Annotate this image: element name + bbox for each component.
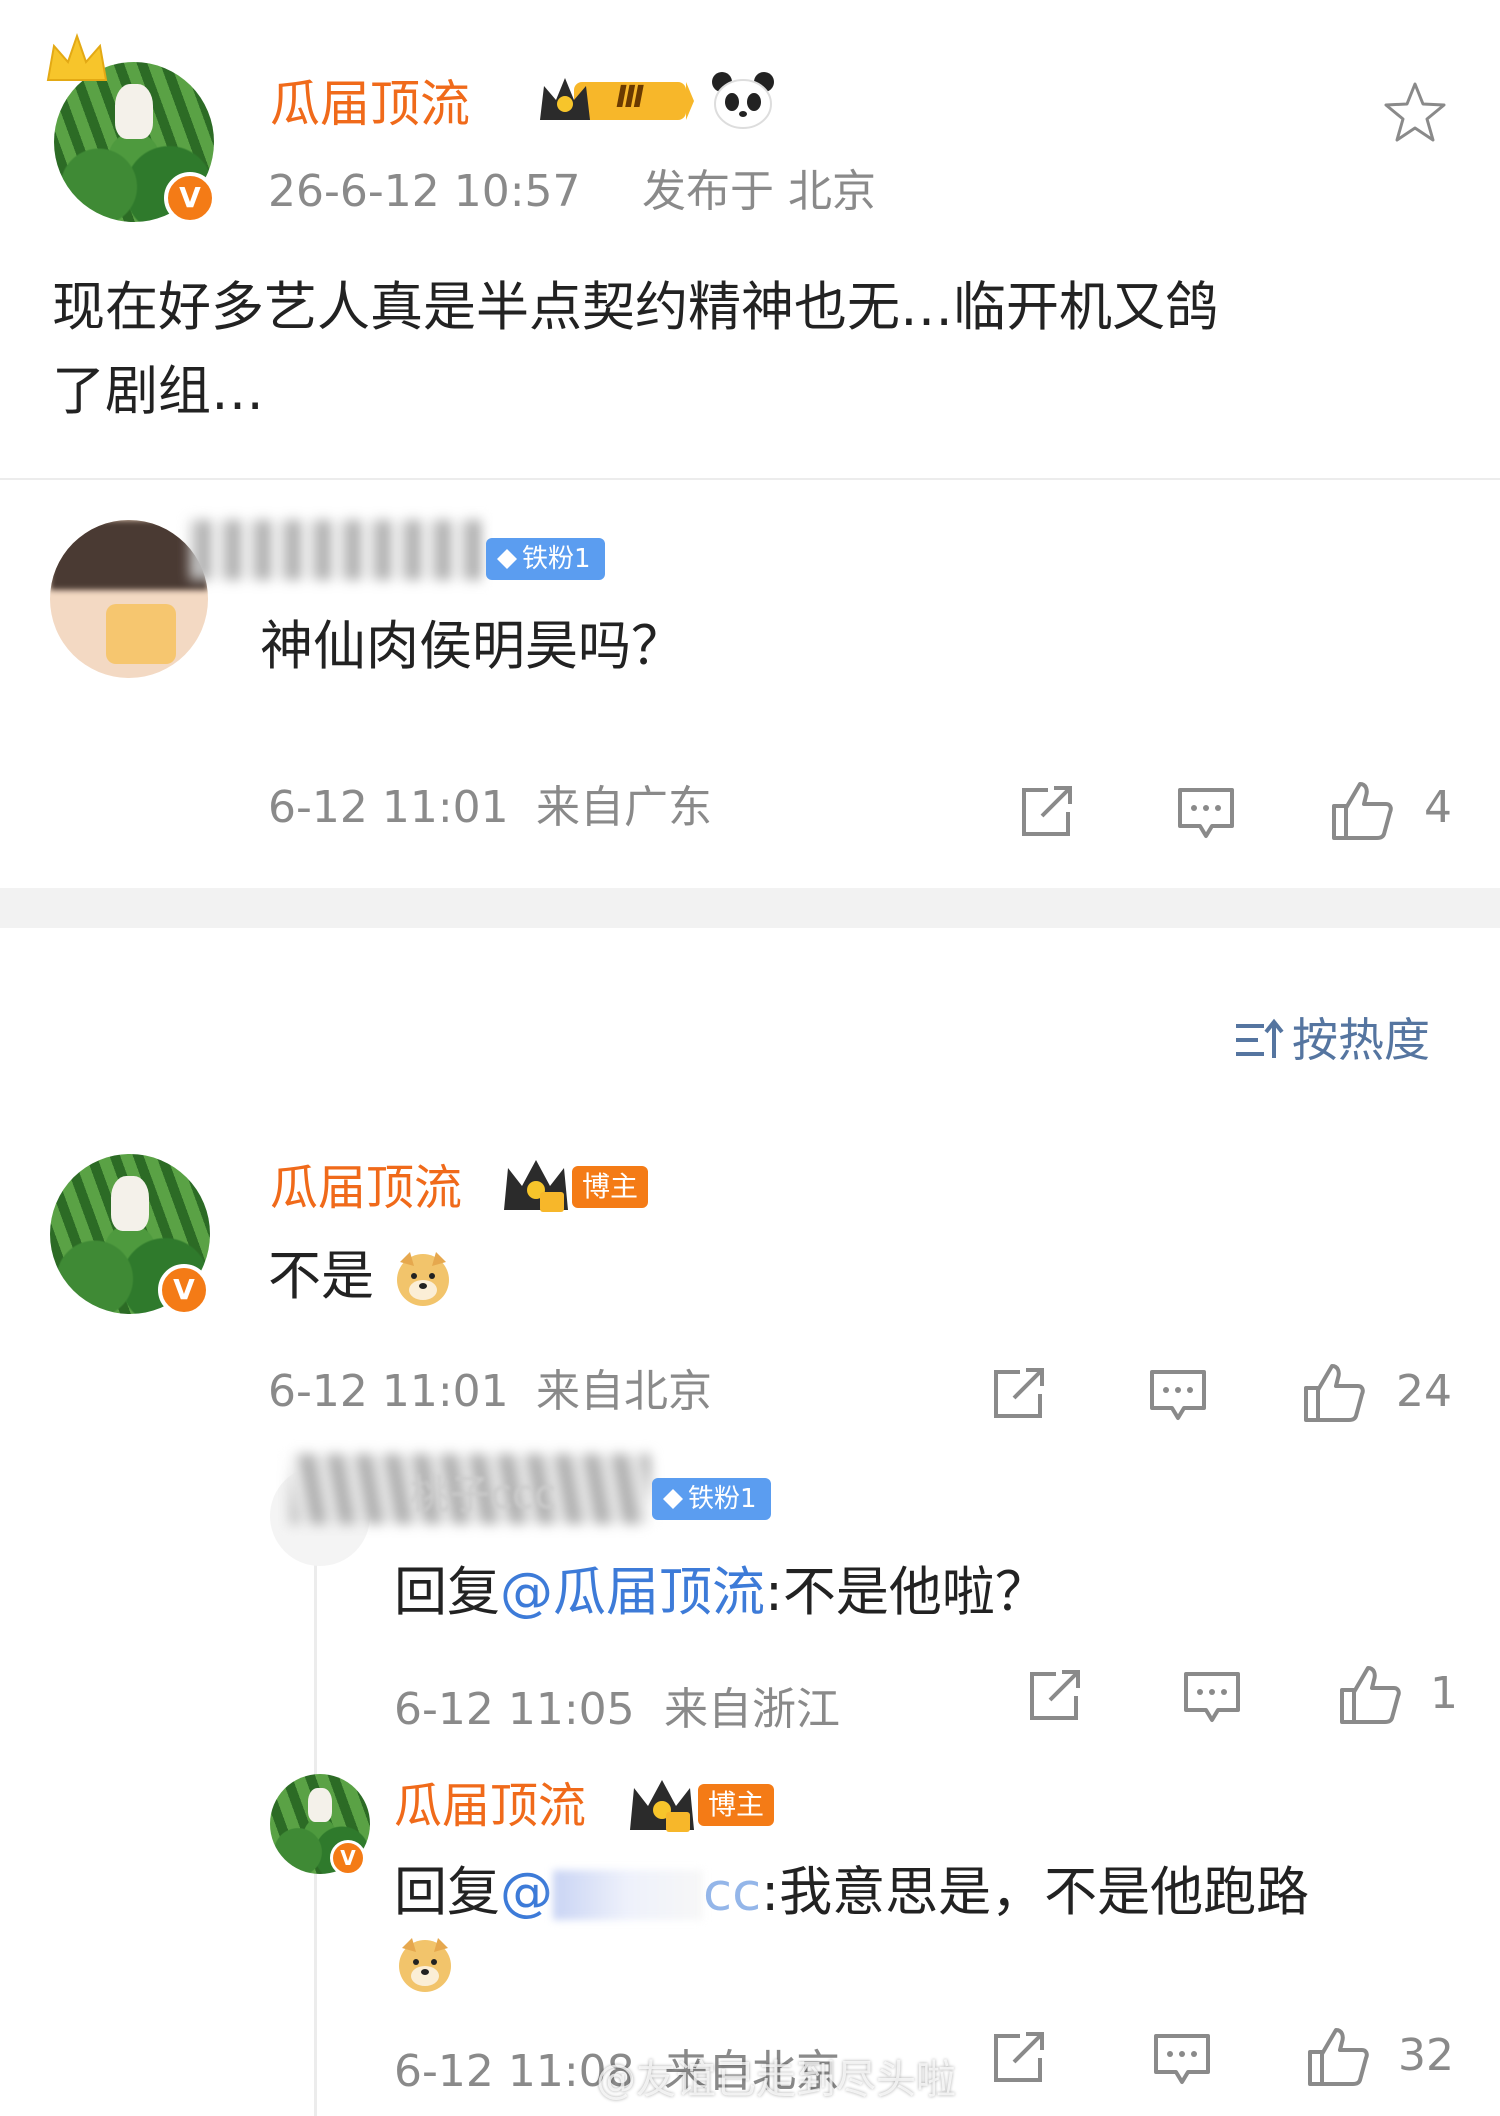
doge-emoji — [397, 1252, 449, 1306]
fan-badge-label: 铁粉1 — [688, 1484, 757, 1514]
reply-text: 回复@瓜届顶流:不是他啦？ — [394, 1556, 1048, 1630]
verified-badge-icon: V — [164, 172, 216, 224]
comment-icon[interactable] — [1152, 2032, 1212, 2088]
mention-blurred — [553, 1870, 703, 1921]
share-icon[interactable] — [1018, 784, 1076, 840]
reply-time: 6-12 11:01 — [268, 1366, 509, 1417]
doge-emoji — [399, 1938, 451, 1992]
crown-decoration-icon — [46, 32, 108, 81]
comment-card: 铁粉1 神仙肉侯明昊吗？ 6-12 11:01 来自广东 4 — [0, 480, 1500, 888]
like-icon[interactable] — [1302, 1362, 1366, 1424]
level-badge: Ⅲ — [536, 74, 694, 126]
like-icon[interactable] — [1306, 2026, 1370, 2088]
post-time: 26-6-12 10:57 — [268, 166, 581, 217]
verified-badge-icon: V — [330, 1840, 366, 1876]
mention-link[interactable]: @瓜届顶流 — [500, 1562, 765, 1623]
blogger-name[interactable]: 瓜届顶流 — [270, 1156, 462, 1220]
sort-icon[interactable] — [1234, 1018, 1284, 1062]
comment-icon[interactable] — [1148, 1368, 1208, 1424]
post-text-line-1: 现在好多艺人真是半点契约精神也无…临开机又鸽 — [52, 277, 1218, 338]
comment-icon[interactable] — [1182, 1670, 1242, 1726]
comment-text: 神仙肉侯明昊吗？ — [260, 616, 684, 677]
comment-location: 来自广东 — [536, 782, 712, 833]
blogger-badge: 博主 — [698, 1784, 775, 1826]
diamond-icon — [663, 1489, 683, 1509]
blogger-name[interactable]: 瓜届顶流 — [394, 1774, 586, 1838]
like-count: 1 — [1430, 1668, 1458, 1719]
reply-location: 来自北京 — [536, 1366, 712, 1417]
reply-text-content: :不是他啦？ — [765, 1562, 1048, 1623]
like-icon[interactable] — [1330, 780, 1394, 842]
star-icon[interactable] — [1382, 80, 1448, 146]
reply-prefix: 回复 — [394, 1862, 500, 1923]
share-icon[interactable] — [990, 1366, 1048, 1422]
reply-text-content: :我意思是，不是他跑路 — [761, 1862, 1310, 1923]
share-icon[interactable] — [1026, 1668, 1084, 1724]
reply-text: 回复@ cc:我意思是，不是他跑路 — [394, 1856, 1309, 1930]
commenter-avatar[interactable] — [50, 520, 208, 678]
reply-time: 6-12 11:05 — [394, 1684, 635, 1735]
like-count: 32 — [1398, 2030, 1454, 2081]
reply-text-content: 不是 — [268, 1246, 374, 1307]
sort-label[interactable]: 按热度 — [1292, 1010, 1430, 1070]
original-post: V 瓜届顶流 Ⅲ 26-6-12 10:57 发布于 北京 现在好多艺人真是半点… — [0, 0, 1500, 480]
weibo-watermark: @友谊已走到尽头啦 — [596, 2052, 956, 2108]
mention-link-start[interactable]: @ — [500, 1862, 553, 1923]
like-count: 24 — [1396, 1366, 1452, 1417]
author-name[interactable]: 瓜届顶流 — [270, 70, 470, 138]
reply-location: 来自浙江 — [664, 1684, 840, 1735]
weibo-watermark-text: @友谊已走到尽头啦 — [596, 2057, 956, 2103]
crown-icon — [630, 1780, 694, 1832]
mention-link-end[interactable]: cc — [703, 1862, 761, 1923]
diamond-icon — [497, 549, 517, 569]
post-text-line-2: 了剧组… — [52, 361, 264, 422]
comment-time: 6-12 11:01 — [268, 782, 509, 833]
level-badge-label: Ⅲ — [616, 80, 645, 115]
verified-badge-icon: V — [158, 1264, 210, 1316]
panda-icon — [712, 72, 774, 129]
post-location: 发布于 北京 — [642, 166, 876, 217]
fan-badge-label: 铁粉1 — [522, 544, 591, 574]
blogger-badge: 博主 — [572, 1166, 649, 1208]
reply-text: 不是 — [268, 1240, 374, 1314]
comment-icon[interactable] — [1176, 786, 1236, 842]
like-count: 4 — [1424, 782, 1452, 833]
share-icon[interactable] — [990, 2030, 1048, 2086]
section-separator — [0, 888, 1500, 928]
fan-name-partial: 桃子ccc — [410, 1472, 556, 1518]
reply-prefix: 回复 — [394, 1562, 500, 1623]
commenter-name-blurred — [190, 520, 490, 580]
like-icon[interactable] — [1338, 1664, 1402, 1726]
crown-icon — [504, 1160, 568, 1212]
